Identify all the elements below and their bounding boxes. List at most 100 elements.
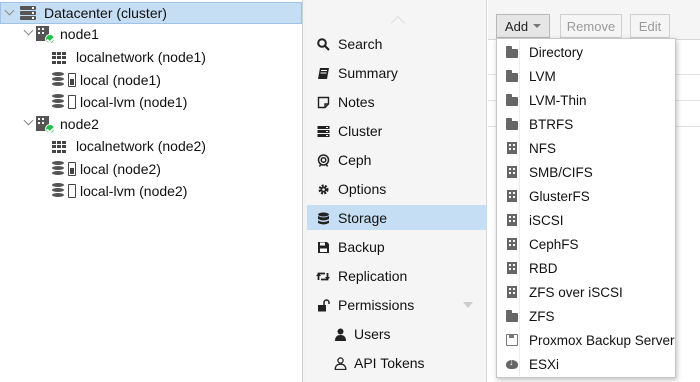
remove-button[interactable]: Remove — [560, 14, 622, 38]
dropdown-item-label: ZFS over iSCSI — [529, 285, 623, 300]
menu-item-backup[interactable]: Backup — [307, 234, 487, 259]
dropdown-item-label: LVM-Thin — [529, 93, 587, 108]
dropdown-item-lvm-thin[interactable]: LVM-Thin — [497, 88, 675, 112]
storage-status-icon — [68, 184, 76, 198]
dropdown-item-proxmox-backup-server[interactable]: Proxmox Backup Server — [497, 328, 675, 352]
sticky-note-icon — [316, 95, 330, 109]
node-online-icon — [36, 26, 55, 44]
cloud-download-icon — [506, 357, 518, 369]
dropdown-item-label: ESXi — [529, 357, 560, 372]
menu-item-search[interactable]: Search — [307, 31, 487, 56]
dropdown-item-glusterfs[interactable]: GlusterFS — [497, 184, 675, 208]
building-icon — [507, 166, 517, 178]
tree-item-label: Datacenter (cluster) — [44, 5, 167, 21]
collapse-toggle-icon[interactable] — [24, 117, 34, 127]
menu-item-label: Ceph — [338, 152, 372, 168]
menu-item-label: Replication — [338, 268, 408, 284]
user-outline-icon — [333, 356, 347, 370]
network-grid-icon — [52, 141, 66, 153]
edit-button[interactable]: Edit — [630, 14, 670, 38]
tree-item-label: node1 — [60, 26, 99, 42]
menu-item-users[interactable]: Users — [307, 321, 487, 346]
menu-item-ceph[interactable]: Ceph — [307, 147, 487, 172]
dropdown-item-iscsi[interactable]: iSCSI — [497, 208, 675, 232]
building-icon — [507, 190, 517, 202]
collapse-toggle-icon[interactable] — [24, 27, 34, 37]
dropdown-item-nfs[interactable]: NFS — [497, 136, 675, 160]
search-icon — [316, 37, 330, 51]
storage-status-icon — [68, 73, 76, 87]
user-icon — [333, 327, 347, 341]
dropdown-item-rbd[interactable]: RBD — [497, 256, 675, 280]
folder-icon — [506, 46, 518, 58]
dropdown-item-zfs[interactable]: ZFS — [497, 304, 675, 328]
dropdown-item-cephfs[interactable]: CephFS — [497, 232, 675, 256]
expand-caret-icon[interactable] — [463, 302, 473, 308]
building-icon — [507, 142, 517, 154]
tree-item-storage[interactable]: local-lvm (node2) — [0, 180, 302, 202]
tree-item-label: local-lvm (node2) — [80, 183, 188, 199]
gear-icon — [316, 182, 330, 196]
dropdown-item-lvm[interactable]: LVM — [497, 64, 675, 88]
tree-item-network[interactable]: localnetwork (node1) — [0, 46, 302, 68]
dropdown-item-smb-cifs[interactable]: SMB/CIFS — [497, 160, 675, 184]
collapse-toggle-icon[interactable] — [5, 7, 15, 17]
server-icon — [316, 124, 330, 138]
dropdown-item-label: CephFS — [529, 237, 579, 252]
menu-item-api-tokens[interactable]: API Tokens — [307, 350, 487, 375]
tree-item-datacenter[interactable]: Datacenter (cluster) — [0, 2, 302, 24]
dropdown-item-zfs-over-iscsi[interactable]: ZFS over iSCSI — [497, 280, 675, 304]
tree-item-network[interactable]: localnetwork (node2) — [0, 135, 302, 157]
scroll-up-arrow-icon[interactable] — [391, 14, 405, 28]
folder-icon — [506, 118, 518, 130]
add-button[interactable]: Add — [496, 14, 550, 38]
dropdown-item-label: GlusterFS — [529, 189, 590, 204]
tree-item-storage[interactable]: local-lvm (node1) — [0, 91, 302, 113]
building-icon — [507, 238, 517, 250]
tree-item-label: local (node1) — [80, 72, 161, 88]
folder-icon — [506, 94, 518, 106]
menu-item-label: Notes — [338, 94, 375, 110]
menu-item-label: Storage — [338, 210, 388, 226]
menu-item-permissions[interactable]: Permissions — [307, 292, 487, 317]
menu-item-label: Options — [338, 181, 387, 197]
menu-item-notes[interactable]: Notes — [307, 89, 487, 114]
menu-item-options[interactable]: Options — [307, 176, 487, 201]
dropdown-item-label: SMB/CIFS — [529, 165, 593, 180]
menu-item-storage[interactable]: Storage — [307, 205, 487, 230]
building-icon — [507, 286, 517, 298]
storage-status-icon — [68, 95, 76, 109]
storage-status-icon — [68, 162, 76, 176]
database-icon — [316, 211, 330, 225]
dropdown-item-label: Directory — [529, 45, 584, 60]
dropdown-item-btrfs[interactable]: BTRFS — [497, 112, 675, 136]
folder-icon — [506, 310, 518, 322]
menu-item-label: Search — [338, 36, 383, 52]
dropdown-item-directory[interactable]: Directory — [497, 40, 675, 64]
floppy-icon — [316, 240, 330, 254]
server-icon — [20, 6, 36, 20]
building-icon — [507, 214, 517, 226]
menu-item-summary[interactable]: Summary — [307, 60, 487, 85]
database-icon — [52, 161, 64, 176]
dropdown-item-esxi[interactable]: ESXi — [497, 352, 675, 376]
floppy-icon — [506, 334, 518, 346]
chevron-down-icon — [533, 24, 542, 28]
tree-item-label: local (node2) — [80, 161, 161, 177]
menu-item-replication[interactable]: Replication — [307, 263, 487, 288]
ceph-icon — [316, 153, 330, 167]
menu-item-label: Cluster — [338, 123, 383, 139]
menu-item-label: Backup — [338, 239, 385, 255]
tree-item-node[interactable]: node2 — [0, 113, 302, 135]
folder-icon — [506, 70, 518, 82]
retweet-icon — [316, 269, 330, 283]
tree-item-storage[interactable]: local (node2) — [0, 158, 302, 180]
tree-item-storage[interactable]: local (node1) — [0, 69, 302, 91]
database-icon — [52, 94, 64, 109]
add-button-label: Add — [504, 18, 529, 34]
menu-item-cluster[interactable]: Cluster — [307, 118, 487, 143]
tree-item-node[interactable]: node1 — [0, 23, 302, 45]
dropdown-item-label: LVM — [529, 69, 556, 84]
tree-item-label: localnetwork (node1) — [76, 49, 206, 65]
node-online-icon — [36, 116, 55, 134]
